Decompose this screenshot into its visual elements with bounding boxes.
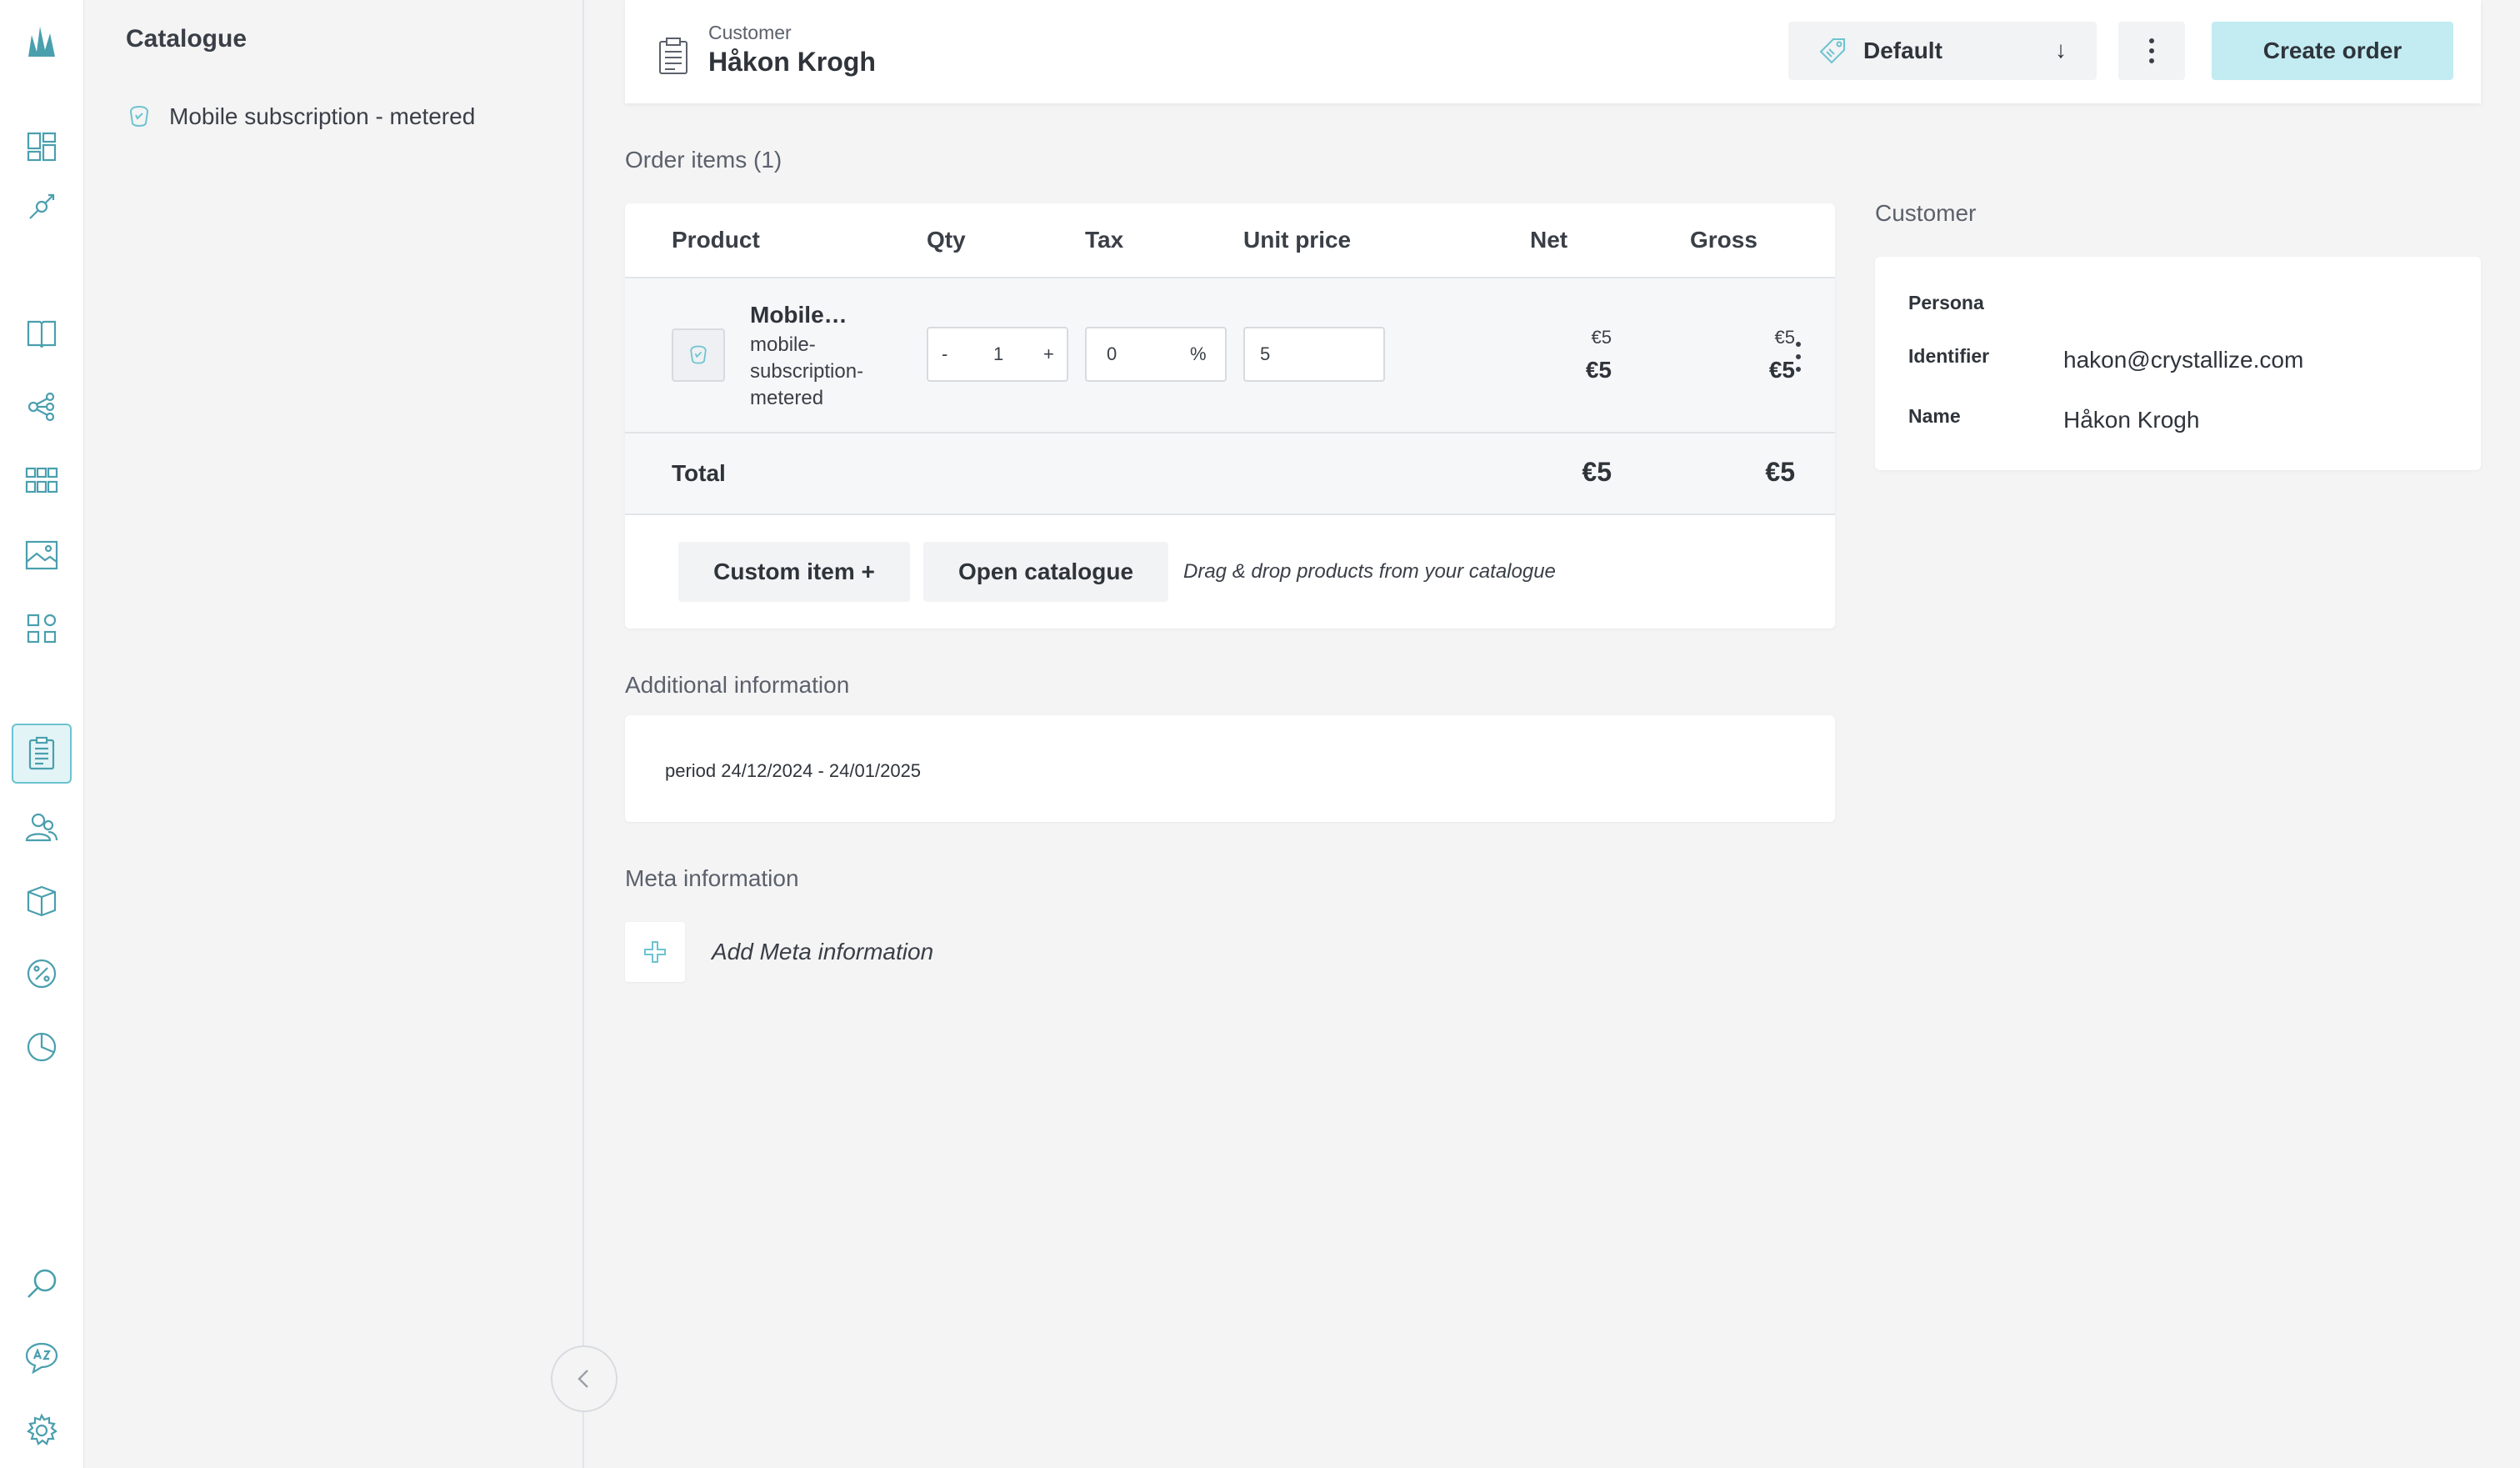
arrow-down-icon: ↓ [2055, 37, 2067, 63]
qty-value[interactable]: 1 [993, 343, 1003, 365]
add-meta-button[interactable] [625, 922, 685, 982]
collapse-panel-button[interactable] [551, 1345, 618, 1412]
net-small: €5 [1591, 327, 1612, 348]
discount-icon[interactable] [17, 949, 67, 999]
order-items-card: Product Qty Tax Unit price Net Gross Mob… [625, 203, 1835, 629]
catalogue-book-icon[interactable] [17, 308, 67, 358]
col-product: Product [672, 227, 760, 253]
identifier-value: hakon@crystallize.com [2063, 347, 2304, 373]
unit-price-value[interactable]: 5 [1260, 343, 1270, 365]
crystallize-logo[interactable] [17, 17, 67, 67]
customers-icon[interactable] [17, 802, 67, 852]
catalogue-item[interactable]: Mobile subscription - metered [126, 103, 475, 130]
row-more-button[interactable] [1790, 342, 1807, 372]
additional-info-title: Additional information [625, 672, 850, 698]
grid-icon[interactable] [17, 455, 67, 505]
translate-icon[interactable] [17, 1332, 67, 1382]
topics-icon[interactable] [17, 382, 67, 432]
col-gross: Gross [1690, 227, 1758, 253]
tax-unit: % [1190, 343, 1207, 364]
add-meta-label[interactable]: Add Meta information [712, 939, 933, 965]
qty-increment-button[interactable]: + [1043, 343, 1054, 365]
price-variant-value: Default [1863, 38, 1942, 63]
custom-item-button[interactable]: Custom item + [678, 542, 910, 602]
analytics-icon[interactable] [17, 1022, 67, 1072]
chevron-left-icon [578, 1370, 588, 1388]
dashboard-icon[interactable] [17, 122, 67, 172]
product-shape-icon [129, 105, 149, 127]
orders-icon[interactable] [12, 724, 72, 784]
customer-card: Persona Identifier hakon@crystallize.com… [1875, 257, 2481, 470]
product-name: Mobile… [750, 302, 848, 328]
additional-info-text: period 24/12/2024 - 24/01/2025 [665, 760, 922, 781]
catalogue-item-label: Mobile subscription - metered [169, 103, 476, 129]
create-order-button[interactable]: Create order [2212, 22, 2453, 80]
product-shape-icon [690, 345, 707, 364]
product-sku: mobile-subscription-metered [750, 333, 864, 409]
total-net: €5 [1582, 457, 1612, 487]
product-thumbnail [672, 328, 725, 382]
unit-price-input[interactable]: 5 [1243, 327, 1385, 382]
total-gross: €5 [1765, 457, 1795, 487]
additional-info-card[interactable]: period 24/12/2024 - 24/01/2025 [625, 715, 1835, 822]
stock-icon[interactable] [17, 875, 67, 925]
order-header: Customer Håkon Krogh Default ↓ Create or… [625, 0, 2481, 103]
catalogue-panel: Catalogue Mobile subscription - metered [84, 0, 618, 1468]
identifier-label: Identifier [1908, 345, 1990, 367]
settings-icon[interactable] [17, 1405, 67, 1455]
customer-label: Customer [708, 22, 792, 43]
tax-input[interactable]: 0 % [1085, 327, 1227, 382]
customer-name: Håkon Krogh [708, 47, 876, 77]
col-unit-price: Unit price [1243, 227, 1352, 253]
drag-drop-hint: Drag & drop products from your catalogue [1183, 560, 1556, 583]
meta-info-title: Meta information [625, 865, 799, 891]
search-icon[interactable] [17, 1259, 67, 1309]
catalogue-title: Catalogue [126, 25, 248, 53]
shapes-icon[interactable] [17, 604, 67, 654]
customer-section-title: Customer [1875, 200, 1977, 226]
integration-icon[interactable] [17, 182, 67, 232]
col-qty: Qty [927, 227, 966, 253]
kebab-icon [2149, 38, 2154, 63]
total-label: Total [672, 460, 726, 486]
name-label: Name [1908, 405, 1961, 427]
total-row [625, 433, 1835, 515]
quantity-stepper[interactable]: - 1 + [927, 327, 1068, 382]
gross-small: €5 [1774, 327, 1795, 348]
plus-icon [644, 941, 666, 963]
tax-value[interactable]: 0 [1107, 343, 1117, 365]
open-catalogue-button[interactable]: Open catalogue [923, 542, 1168, 602]
gross-value: €5 [1768, 357, 1795, 383]
col-tax: Tax [1085, 227, 1124, 253]
name-value: Håkon Krogh [2063, 407, 2200, 433]
header-more-button[interactable] [2118, 22, 2185, 80]
image-icon[interactable] [17, 530, 67, 580]
order-items-title: Order items (1) [625, 147, 782, 173]
qty-decrement-button[interactable]: - [942, 343, 948, 365]
net-value: €5 [1585, 357, 1612, 383]
col-net: Net [1530, 227, 1568, 253]
order-clipboard-icon [659, 38, 688, 74]
nav-rail [0, 0, 84, 1468]
price-tag-icon [1819, 38, 1845, 64]
price-variant-select[interactable]: Default ↓ [1788, 22, 2097, 80]
persona-label: Persona [1908, 292, 1984, 313]
